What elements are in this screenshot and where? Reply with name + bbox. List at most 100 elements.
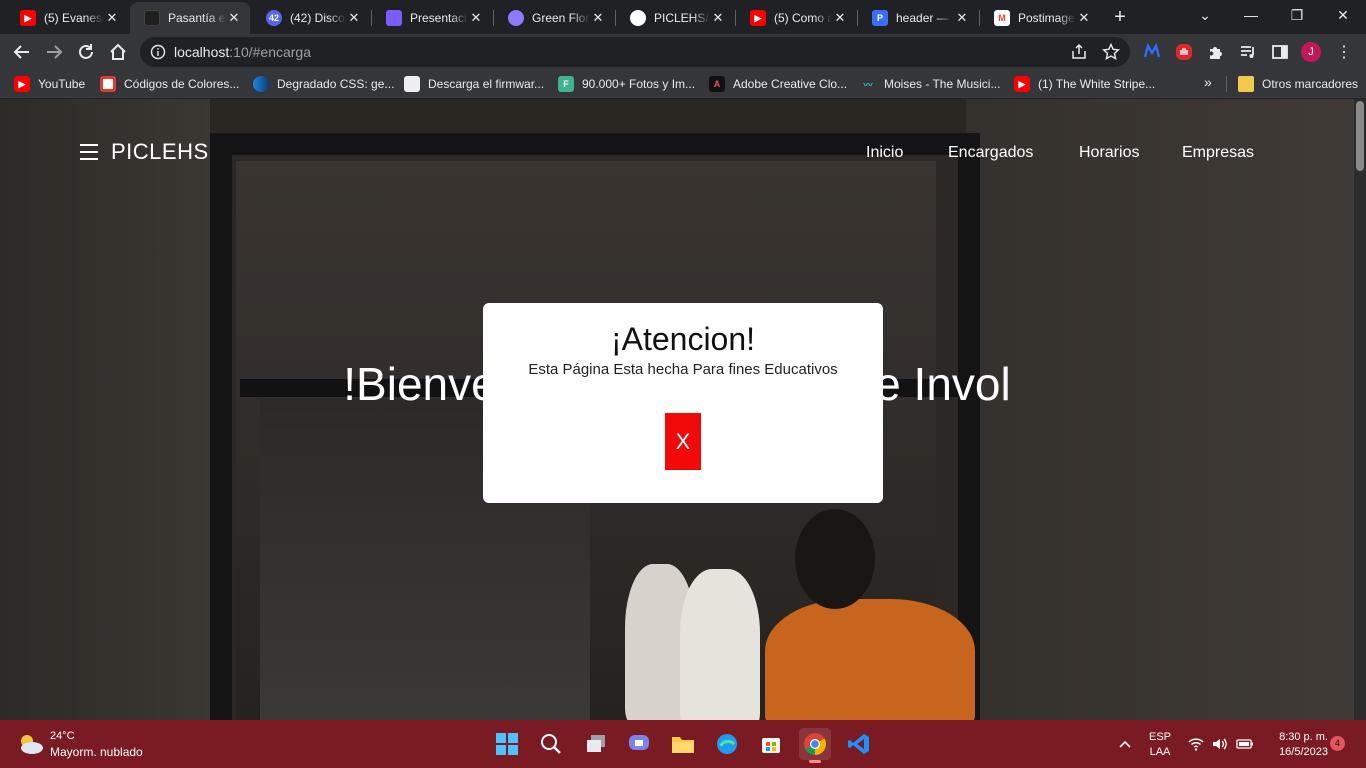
close-tab-icon[interactable]: ✕ [832, 10, 848, 26]
menu-icon[interactable]: ⋮ [1334, 42, 1354, 62]
extensions-icon[interactable] [1206, 42, 1226, 62]
tab-evanescence[interactable]: ▶ (5) Evanesc ✕ [6, 4, 128, 32]
tab-title: Green Flor [532, 11, 590, 25]
presentation-icon [386, 10, 402, 26]
input-language-indicator[interactable]: ESP LAA [1145, 730, 1175, 760]
tab-green-flor[interactable]: Green Flor ✕ [494, 4, 614, 32]
bookmark-label: YouTube [38, 77, 86, 91]
tab-title: Presentaci [410, 11, 467, 25]
hamburger-menu-icon[interactable] [80, 144, 100, 160]
modal-title: ¡Atencion! [610, 321, 756, 357]
bookmarks-divider [1226, 76, 1227, 92]
bookmark-label: Descarga el firmwar... [428, 77, 545, 91]
bookmark-white-stripes[interactable]: ▶ (1) The White Stripe... [1014, 75, 1155, 93]
close-window-button[interactable]: ✕ [1320, 0, 1366, 30]
back-button[interactable] [8, 38, 36, 66]
adblock-icon[interactable] [1174, 42, 1194, 62]
page-viewport: PICLEHS Inicio Encargados Horarios Empre… [0, 99, 1366, 720]
media-control-icon[interactable] [1238, 42, 1258, 62]
chrome-button[interactable] [799, 728, 831, 763]
nav-horarios[interactable]: Horarios [1079, 144, 1139, 162]
close-tab-icon[interactable]: ✕ [346, 10, 362, 26]
tab-discord[interactable]: 42 (42) Discor ✕ [252, 4, 370, 32]
forward-button[interactable] [40, 38, 68, 66]
address-bar[interactable]: localhost:10/#encarga [140, 37, 1130, 67]
page-scrollbar[interactable] [1354, 99, 1366, 720]
active-app-indicator [809, 760, 821, 763]
tab-como[interactable]: ▶ (5) Como a ✕ [736, 4, 856, 32]
close-tab-icon[interactable]: ✕ [1076, 10, 1092, 26]
clock-time: 8:30 p. m. [1279, 731, 1328, 743]
language-code: ESP [1148, 731, 1171, 743]
teams-chat-icon [629, 735, 649, 750]
close-tab-icon[interactable]: ✕ [468, 10, 484, 26]
tab-postimage[interactable]: M Postimage ✕ [980, 4, 1100, 32]
weather-description[interactable]: Mayorm. nublado [50, 745, 143, 759]
weather-temperature[interactable]: 24°C [50, 730, 75, 742]
bookmarks-overflow-button[interactable]: » [1204, 74, 1212, 90]
info-icon[interactable] [150, 44, 166, 60]
bookmark-adobe[interactable]: A Adobe Creative Clo... [709, 75, 847, 93]
close-tab-icon[interactable]: ✕ [954, 10, 970, 26]
search-button[interactable] [535, 728, 567, 760]
tab-presentacion[interactable]: Presentaci ✕ [372, 4, 492, 32]
nav-empresas[interactable]: Empresas [1182, 144, 1254, 162]
bookmark-degradado[interactable]: Degradado CSS: ge... [253, 75, 394, 93]
folder-icon [672, 737, 694, 753]
tab-github[interactable]: PICLEHS/R ✕ [616, 4, 734, 32]
share-icon[interactable] [1070, 43, 1088, 61]
store-button[interactable] [755, 728, 787, 760]
close-tab-icon[interactable]: ✕ [590, 10, 606, 26]
bookmark-moises[interactable]: 〰 Moises - The Musici... [860, 75, 1000, 93]
side-panel-icon[interactable] [1270, 42, 1290, 62]
close-tab-icon[interactable]: ✕ [710, 10, 726, 26]
close-tab-icon[interactable]: ✕ [226, 10, 242, 26]
discord-icon: 42 [266, 10, 282, 26]
modal-close-button[interactable]: X [665, 413, 701, 470]
bookmark-codigos-colores[interactable]: Códigos de Colores... [100, 75, 239, 93]
wifi-icon[interactable] [1186, 720, 1206, 768]
site-logo[interactable]: PICLEHS [111, 139, 209, 165]
malwarebytes-icon[interactable] [1142, 42, 1162, 62]
home-button[interactable] [104, 38, 132, 66]
new-tab-button[interactable]: + [1108, 6, 1132, 30]
hero-background-photo [680, 569, 760, 720]
bookmark-firmware[interactable]: Descarga el firmwar... [404, 75, 544, 93]
notification-badge[interactable]: 4 [1330, 736, 1345, 751]
tab-pasantia[interactable]: Pasantía e ✕ [130, 2, 250, 34]
restore-button[interactable]: ❐ [1274, 0, 1320, 30]
nav-encargados[interactable]: Encargados [948, 144, 1033, 162]
star-icon[interactable] [1102, 43, 1120, 61]
tab-title: PICLEHS/R [654, 11, 710, 25]
edge-button[interactable] [711, 728, 743, 760]
partly-cloudy-icon[interactable] [16, 732, 44, 756]
bookmark-label: Degradado CSS: ge... [277, 77, 395, 91]
youtube-icon: ▶ [14, 76, 30, 92]
browser-toolbar: localhost:10/#encarga J ⋮ [0, 34, 1366, 70]
bookmarks-bar: ▶ YouTube Códigos de Colores... Degradad… [0, 70, 1366, 98]
tab-header[interactable]: P header — ( ✕ [858, 4, 978, 32]
tab-search-button[interactable]: ⌄ [1182, 0, 1228, 30]
bookmark-label: Otros marcadores [1262, 77, 1359, 91]
show-hidden-icons-button[interactable] [1114, 720, 1136, 768]
chat-button[interactable] [623, 728, 655, 760]
close-tab-icon[interactable]: ✕ [104, 10, 120, 26]
reload-button[interactable] [72, 38, 100, 66]
other-bookmarks-folder[interactable]: Otros marcadores [1238, 75, 1358, 93]
bookmark-fotos[interactable]: F 90.000+ Fotos y Im... [558, 75, 695, 93]
edge-icon [717, 734, 737, 754]
scrollbar-thumb[interactable] [1356, 101, 1364, 171]
system-clock[interactable]: 8:30 p. m. 16/5/2023 [1262, 730, 1328, 760]
youtube-icon: ▶ [20, 10, 36, 26]
bookmark-youtube[interactable]: ▶ YouTube [14, 75, 85, 93]
minimize-button[interactable]: — [1228, 0, 1274, 30]
battery-icon[interactable] [1234, 720, 1256, 768]
task-view-button[interactable] [580, 728, 612, 760]
file-explorer-button[interactable] [667, 728, 699, 760]
start-button[interactable] [491, 728, 523, 760]
tab-title: (5) Como a [774, 11, 832, 25]
profile-avatar[interactable]: J [1301, 42, 1321, 62]
vscode-button[interactable] [843, 728, 875, 760]
volume-icon[interactable] [1210, 720, 1230, 768]
nav-inicio[interactable]: Inicio [866, 144, 903, 162]
